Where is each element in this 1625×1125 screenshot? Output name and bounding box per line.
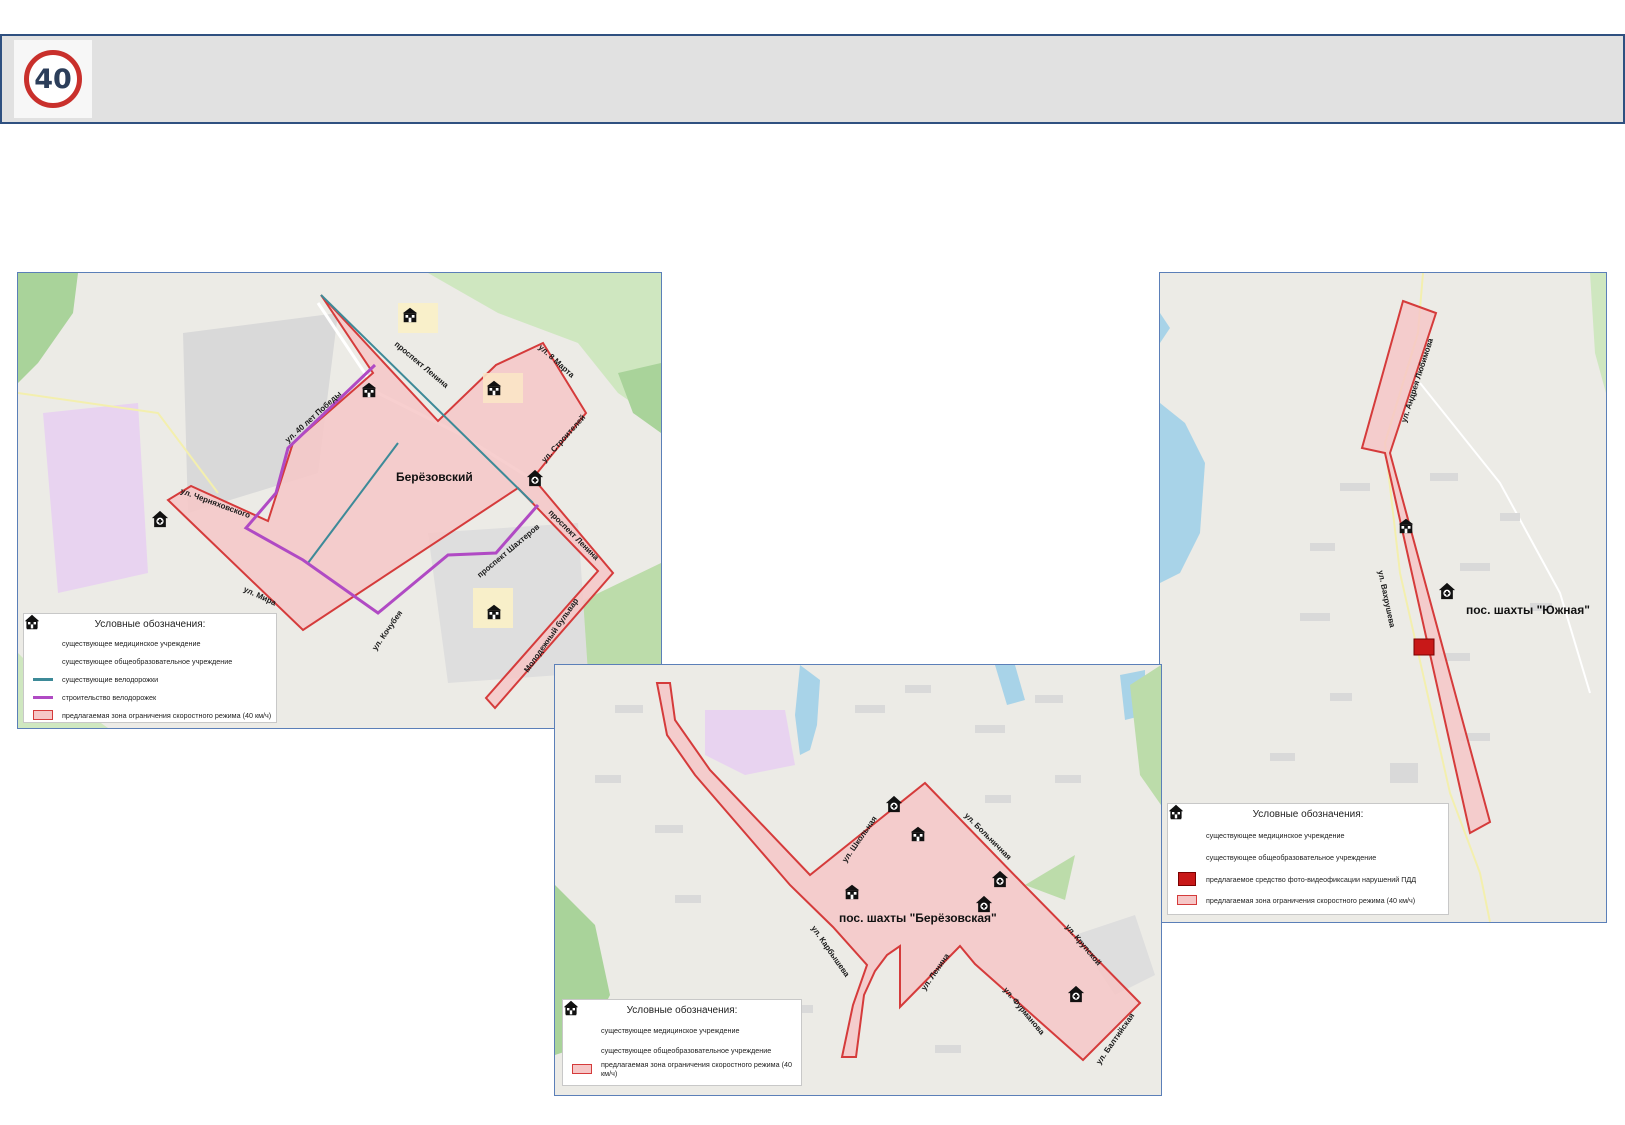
- legend-label: существующее общеобразовательное учрежде…: [601, 1045, 772, 1055]
- bike-line-icon: [33, 677, 53, 681]
- place-label: пос. шахты "Южная": [1466, 603, 1590, 617]
- map-berezovskaya[interactable]: пос. шахты "Берёзовская" ул. Школьная ул…: [554, 664, 1162, 1096]
- legend-label: существующее общеобразовательное учрежде…: [1206, 852, 1377, 862]
- legend-item-medical: существующее медицинское учреждение: [24, 614, 276, 652]
- legend-title: Условные обозначения:: [94, 619, 206, 630]
- legend-label: предлагаемое средство фото-видеофиксации…: [1206, 874, 1417, 884]
- school-building-icon: [25, 615, 39, 629]
- zone-swatch-icon: [33, 710, 53, 720]
- bike-line-icon: [33, 695, 53, 699]
- speed-camera-icon[interactable]: [1413, 638, 1435, 656]
- zone-swatch-icon: [572, 1064, 592, 1074]
- speed-limit-badge: 40: [14, 40, 92, 118]
- speed-camera-icon: [1178, 872, 1196, 886]
- school-building-icon: [564, 1001, 578, 1015]
- legend-item-zone: предлагаемая зона ограничения скоростног…: [1168, 890, 1448, 910]
- speed-limit-number: 40: [34, 63, 72, 95]
- legend-item-zone: предлагаемая зона ограничения скоростног…: [24, 706, 276, 724]
- legend-item-bike-existing: существующие велодорожки: [24, 670, 276, 688]
- page-header: 40: [0, 34, 1625, 124]
- school-building-icon: [1169, 805, 1183, 819]
- legend-item-school: существующее общеобразовательное учрежде…: [24, 615, 276, 670]
- legend-item-medical: существующее медицинское учреждение: [1168, 804, 1448, 846]
- legend-item-camera: предлагаемое средство фото-видеофиксации…: [1168, 868, 1448, 890]
- legend-label: существующее медицинское учреждение: [1206, 830, 1345, 840]
- map-berezovsky[interactable]: Берёзовский проспект Ленина ул. 8 Марта …: [17, 272, 662, 729]
- legend-label: существующее медицинское учреждение: [601, 1025, 740, 1035]
- legend-label: предлагаемая зона ограничения скоростног…: [601, 1060, 792, 1078]
- legend-label: существующее медицинское учреждение: [62, 638, 201, 648]
- map-yuzhnaya[interactable]: пос. шахты "Южная" ул. Андрея Любимова у…: [1159, 272, 1607, 923]
- speed-limit-sign-icon: 40: [24, 50, 82, 108]
- place-label: пос. шахты "Берёзовская": [839, 911, 997, 925]
- legend-label: существующие велодорожки: [62, 674, 159, 684]
- legend-item-medical: существующее медицинское учреждение: [563, 1000, 801, 1040]
- map-legend: Условные обозначения: существующее медиц…: [23, 613, 277, 723]
- legend-item-school: существующее общеобразовательное учрежде…: [1168, 805, 1448, 868]
- legend-title: Условные обозначения:: [626, 1005, 738, 1016]
- legend-item-bike-construction: строительство велодорожек: [24, 688, 276, 706]
- legend-label: строительство велодорожек: [62, 692, 157, 702]
- legend-title: Условные обозначения:: [1252, 809, 1364, 820]
- zone-swatch-icon: [1177, 895, 1197, 905]
- legend-item-zone: предлагаемая зона ограничения скоростног…: [563, 1060, 801, 1078]
- legend-label: предлагаемая зона ограничения скоростног…: [1206, 895, 1416, 905]
- legend-item-school: существующее общеобразовательное учрежде…: [563, 1001, 801, 1060]
- legend-label: существующее общеобразовательное учрежде…: [62, 656, 233, 666]
- place-label: Берёзовский: [396, 470, 473, 484]
- legend-label: предлагаемая зона ограничения скоростног…: [62, 710, 272, 720]
- map-legend: Условные обозначения: существующее медиц…: [1167, 803, 1449, 915]
- map-legend: Условные обозначения: существующее медиц…: [562, 999, 802, 1086]
